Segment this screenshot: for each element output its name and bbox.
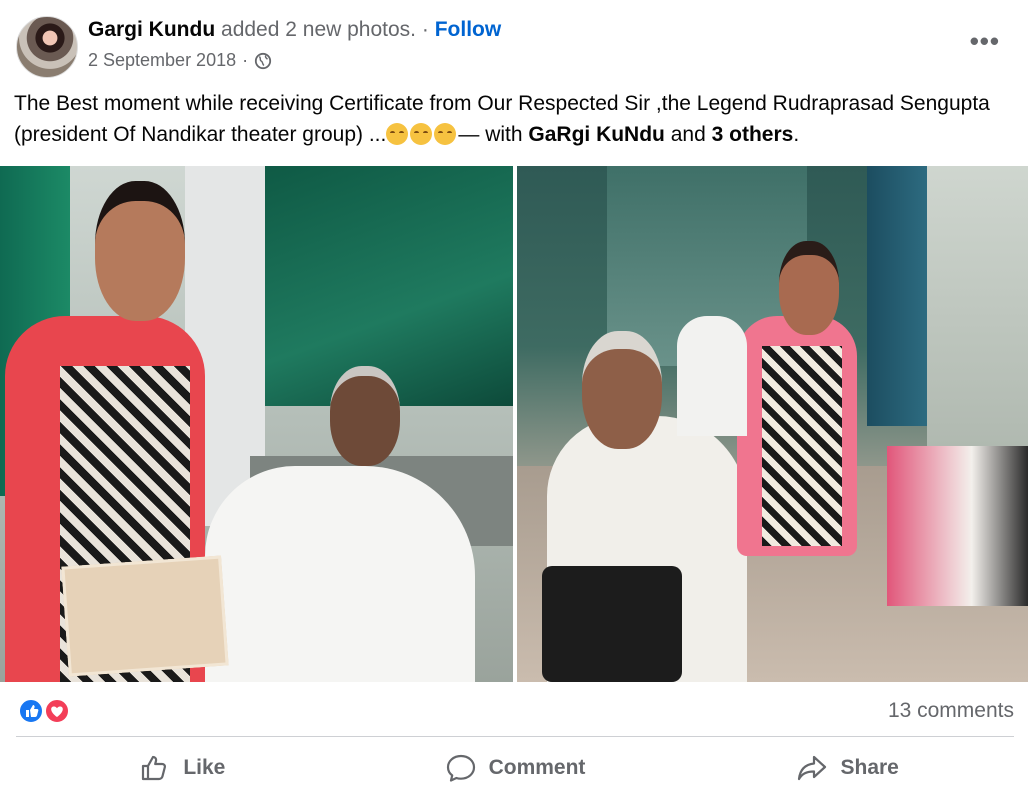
follow-button[interactable]: Follow xyxy=(435,18,502,41)
comment-label: Comment xyxy=(488,756,586,779)
comment-button[interactable]: Comment xyxy=(349,742,682,794)
tagged-person-link[interactable]: GaRgi KuNdu xyxy=(528,123,665,146)
certificate-photo-left[interactable] xyxy=(0,166,513,682)
old-man-head xyxy=(582,331,662,449)
young-man xyxy=(677,316,747,436)
certificate-paper xyxy=(61,555,229,677)
curtain-right xyxy=(867,166,927,426)
globe-icon xyxy=(255,52,272,69)
post-stats: 13 comments xyxy=(16,694,1014,728)
like-reaction-icon xyxy=(18,698,44,724)
reaction-icons[interactable] xyxy=(16,696,76,726)
and-text: and xyxy=(670,123,706,146)
man-head xyxy=(330,366,400,466)
share-button[interactable]: Share xyxy=(681,742,1014,794)
man-shirt xyxy=(205,466,475,682)
caption-end: . xyxy=(793,123,800,146)
relieved-emoji-icon xyxy=(410,123,433,145)
relieved-emoji-icon xyxy=(386,123,409,145)
wall-right xyxy=(927,166,1028,466)
share-arrow-icon xyxy=(798,755,827,781)
action-bar: Like Comment Share xyxy=(16,742,1014,794)
post-action-text: added 2 new photos. xyxy=(221,18,417,41)
separator-dot: · xyxy=(421,18,429,41)
with-text: — with xyxy=(458,123,523,146)
post-meta: 2 September 2018 · xyxy=(88,50,272,71)
comments-count[interactable]: 13 comments xyxy=(888,699,1014,723)
love-reaction-icon xyxy=(44,698,70,724)
post-header: Gargi Kundu added 2 new photos. · Follow… xyxy=(16,14,1016,78)
stats-divider xyxy=(16,736,1014,737)
seated-girls xyxy=(887,446,1028,606)
author-line: Gargi Kundu added 2 new photos. · Follow xyxy=(88,18,501,42)
relieved-emoji-icon xyxy=(434,123,457,145)
like-label: Like xyxy=(183,756,226,779)
more-options-icon[interactable]: ••• xyxy=(970,26,1000,57)
tagged-others-link[interactable]: 3 others xyxy=(712,123,794,146)
photo-grid xyxy=(0,166,1028,682)
author-name[interactable]: Gargi Kundu xyxy=(88,18,215,41)
window-green-panel xyxy=(265,166,513,406)
share-label: Share xyxy=(840,756,899,779)
facebook-post: Gargi Kundu added 2 new photos. · Follow… xyxy=(0,0,1028,794)
chair xyxy=(542,566,682,682)
woman-head-right xyxy=(779,241,839,335)
like-button[interactable]: Like xyxy=(16,742,349,794)
speech-bubble-icon xyxy=(446,754,475,782)
kurta-pattern xyxy=(762,346,842,546)
thumbs-up-icon xyxy=(142,755,167,781)
post-date[interactable]: 2 September 2018 xyxy=(88,50,236,71)
post-caption: The Best moment while receiving Certific… xyxy=(14,88,1014,150)
certificate-photo-right[interactable] xyxy=(517,166,1028,682)
author-avatar[interactable] xyxy=(16,16,78,78)
date-separator: · xyxy=(242,50,249,70)
woman-head xyxy=(95,181,185,321)
